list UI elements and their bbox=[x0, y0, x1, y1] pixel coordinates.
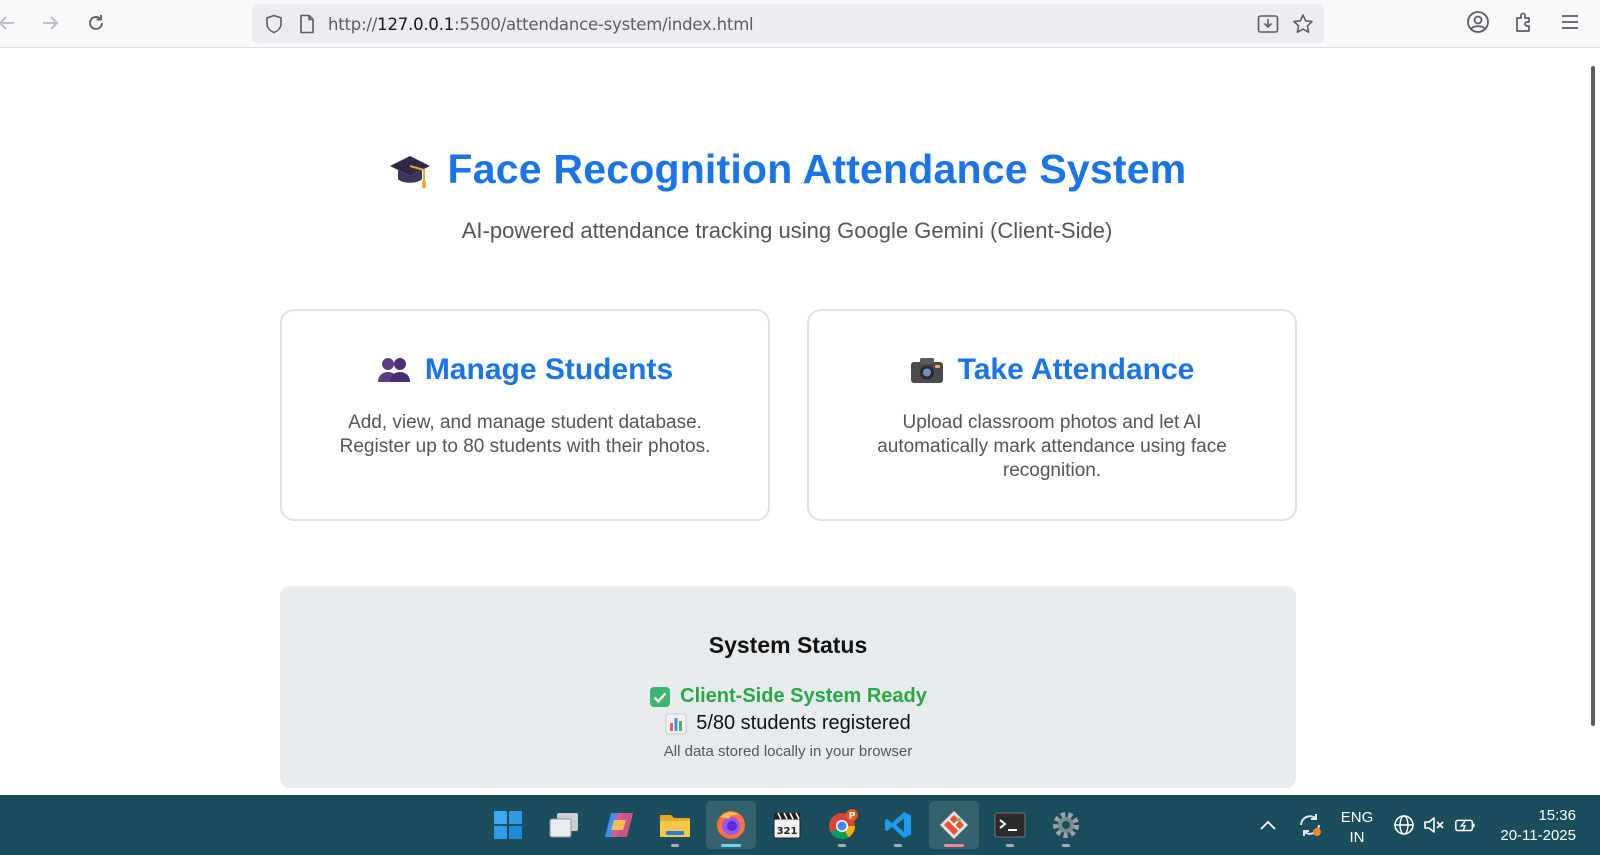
student-count-text: 5/80 students registered bbox=[696, 712, 911, 734]
browser-toolbar: http://127.0.0.1:5500/attendance-system/… bbox=[0, 0, 1600, 48]
battery-charging-icon[interactable] bbox=[1454, 814, 1476, 836]
student-count-line: 5/80 students registered bbox=[280, 712, 1296, 735]
page-icon[interactable] bbox=[296, 13, 318, 35]
scrollbar-thumb[interactable] bbox=[1591, 66, 1595, 726]
settings-app[interactable] bbox=[1041, 801, 1091, 849]
bar-chart-icon bbox=[665, 713, 687, 734]
running-indicator bbox=[671, 844, 679, 847]
reload-icon bbox=[89, 15, 103, 30]
volume-muted-icon[interactable] bbox=[1423, 814, 1445, 836]
git-diamond-icon bbox=[940, 811, 968, 839]
file-explorer-app[interactable] bbox=[650, 801, 700, 849]
svg-text:321: 321 bbox=[777, 826, 798, 837]
media-player-app[interactable]: 321 bbox=[762, 801, 812, 849]
menu-icon[interactable] bbox=[1557, 9, 1583, 35]
status-ready-text: Client-Side System Ready bbox=[680, 685, 927, 707]
running-indicator bbox=[894, 844, 902, 847]
copilot-app[interactable] bbox=[594, 801, 644, 849]
page-subtitle: AI-powered attendance tracking using Goo… bbox=[461, 218, 1113, 243]
back-button[interactable] bbox=[0, 8, 22, 38]
copilot-icon bbox=[605, 813, 633, 837]
card-header: Take Attendance bbox=[809, 353, 1295, 387]
windows-taskbar: 321 P ENG IN 15:36 20-11-2025 bbox=[0, 795, 1600, 855]
clock-time: 15:36 bbox=[1538, 807, 1576, 824]
status-ready-line: Client-Side System Ready bbox=[280, 685, 1296, 708]
storage-note: All data stored locally in your browser bbox=[663, 743, 913, 760]
take-attendance-card[interactable]: Take Attendance Upload classroom photos … bbox=[807, 309, 1297, 521]
region-code: IN bbox=[1349, 829, 1365, 846]
folder-icon bbox=[660, 815, 690, 837]
url-prefix: http:// bbox=[328, 15, 378, 34]
forward-arrow-icon bbox=[43, 16, 59, 30]
card-header: Manage Students bbox=[282, 353, 768, 387]
people-icon bbox=[377, 358, 410, 382]
running-indicator bbox=[1062, 844, 1070, 847]
url-path: :5500/attendance-system/index.html bbox=[454, 15, 754, 34]
clock[interactable]: 15:36 20-11-2025 bbox=[1492, 806, 1582, 846]
windows-logo-icon bbox=[494, 811, 522, 839]
chrome-icon: P bbox=[829, 809, 858, 840]
url-host: 127.0.0.1 bbox=[377, 15, 455, 34]
system-status-panel: System Status Client-Side System Ready 5… bbox=[280, 586, 1296, 788]
gear-icon bbox=[1053, 812, 1079, 838]
chrome-profile-badge: P bbox=[849, 812, 856, 822]
card-title: Manage Students bbox=[424, 353, 674, 386]
manage-students-card[interactable]: Manage Students Add, view, and manage st… bbox=[280, 309, 770, 521]
camera-icon bbox=[910, 358, 943, 383]
download-page-icon[interactable] bbox=[1257, 13, 1279, 35]
address-bar[interactable]: http://127.0.0.1:5500/attendance-system/… bbox=[252, 4, 1324, 43]
git-app[interactable] bbox=[929, 801, 979, 849]
account-icon[interactable] bbox=[1465, 9, 1491, 35]
back-arrow-icon bbox=[0, 16, 14, 30]
network-globe-icon[interactable] bbox=[1393, 814, 1415, 836]
page-content: Face Recognition Attendance System AI-po… bbox=[0, 48, 1600, 795]
sync-icon[interactable] bbox=[1296, 811, 1324, 839]
vscode-app[interactable] bbox=[873, 801, 923, 849]
running-indicator bbox=[1006, 844, 1014, 847]
card-title: Take Attendance bbox=[957, 353, 1195, 386]
input-language-indicator[interactable]: ENG IN bbox=[1339, 808, 1375, 848]
active-indicator bbox=[721, 844, 741, 847]
task-view-button[interactable] bbox=[539, 801, 589, 849]
page-scrollbar[interactable] bbox=[1584, 48, 1600, 795]
shield-icon[interactable] bbox=[263, 13, 285, 35]
firefox-app[interactable] bbox=[706, 801, 756, 849]
card-description: Upload classroom photos and let AI autom… bbox=[877, 412, 1227, 481]
firefox-icon bbox=[717, 811, 745, 839]
status-heading: System Status bbox=[708, 632, 868, 658]
terminal-icon bbox=[994, 812, 1026, 838]
active-indicator bbox=[944, 844, 964, 847]
clock-date: 20-11-2025 bbox=[1500, 827, 1576, 844]
page-header: Face Recognition Attendance System bbox=[0, 146, 1574, 193]
vscode-icon bbox=[885, 812, 911, 838]
show-hidden-icons-chevron-up-icon[interactable] bbox=[1257, 814, 1279, 836]
film-clapper-icon: 321 bbox=[773, 812, 801, 839]
page-title: Face Recognition Attendance System bbox=[447, 146, 1187, 192]
language-code: ENG bbox=[1340, 809, 1374, 826]
bookmark-star-icon[interactable] bbox=[1292, 13, 1314, 35]
extensions-icon[interactable] bbox=[1511, 9, 1537, 35]
graduation-cap-icon bbox=[389, 155, 430, 188]
terminal-app[interactable] bbox=[985, 801, 1035, 849]
task-view-icon bbox=[549, 813, 578, 838]
chrome-app[interactable]: P bbox=[817, 801, 867, 849]
forward-button[interactable] bbox=[35, 8, 65, 38]
reload-button[interactable] bbox=[81, 8, 111, 38]
url-text[interactable]: http://127.0.0.1:5500/attendance-system/… bbox=[328, 15, 754, 34]
card-description: Add, view, and manage student database. … bbox=[339, 412, 711, 457]
check-mark-icon bbox=[650, 686, 671, 707]
start-button[interactable] bbox=[483, 801, 533, 849]
running-indicator bbox=[838, 844, 846, 847]
